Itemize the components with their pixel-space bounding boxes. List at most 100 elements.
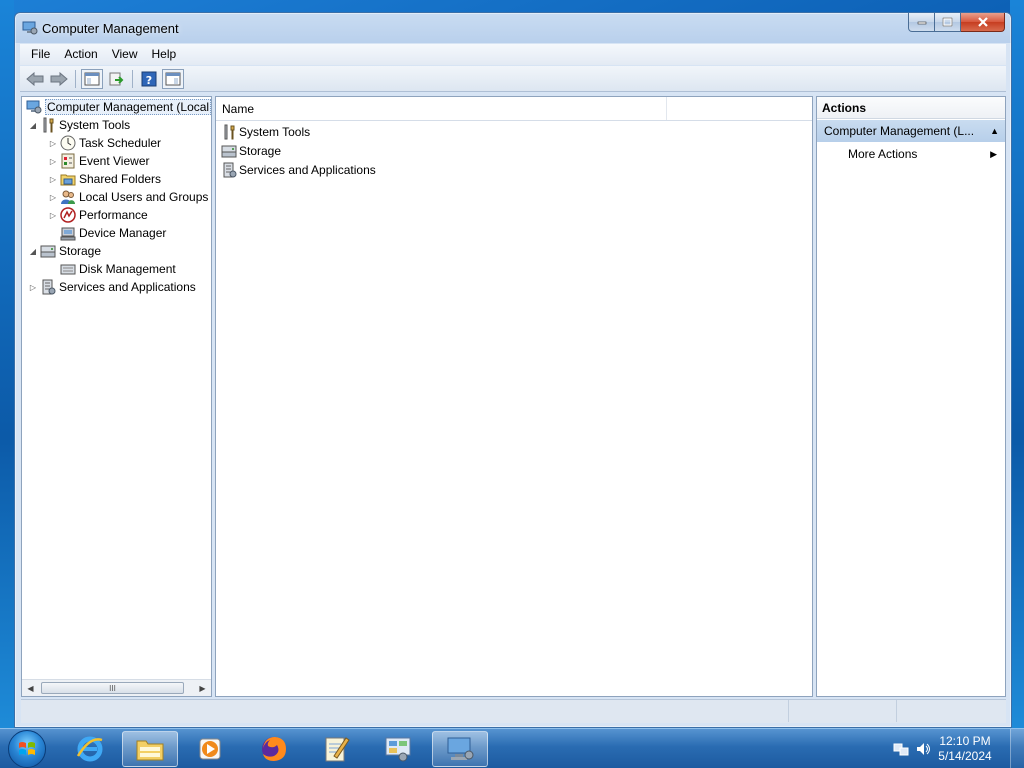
forward-button[interactable] — [48, 69, 70, 89]
network-icon[interactable] — [892, 740, 910, 758]
collapsed-arrow-icon[interactable]: ▷ — [48, 134, 58, 152]
tree-item-root[interactable]: Computer Management (Local — [24, 98, 211, 116]
close-button[interactable] — [961, 13, 1005, 32]
export-list-button[interactable] — [105, 69, 127, 89]
notepad-icon — [325, 737, 350, 762]
taskbar-internet-explorer[interactable] — [62, 731, 118, 767]
tree-item-event-viewer[interactable]: ▷ Event Viewer — [48, 152, 149, 170]
tree-item-device-manager[interactable]: Device Manager — [58, 224, 166, 242]
console-tree-pane: Computer Management (Local ◢ System Tool… — [21, 96, 212, 697]
users-icon — [60, 189, 76, 205]
expanded-arrow-icon[interactable]: ◢ — [28, 116, 38, 134]
services-icon — [221, 162, 237, 178]
show-desktop-button[interactable] — [1010, 729, 1024, 768]
control-panel-icon — [385, 737, 411, 762]
show-hide-console-tree-icon — [84, 72, 100, 85]
scroll-left-arrow-icon[interactable]: ◀ — [22, 680, 39, 696]
tree-item-label: Shared Folders — [79, 172, 162, 186]
collapsed-arrow-icon[interactable]: ▷ — [48, 170, 58, 188]
storage-icon — [221, 143, 237, 159]
list-item-label: Services and Applications — [239, 163, 376, 177]
show-hide-console-tree-button[interactable] — [81, 68, 103, 89]
tree-item-label: Local Users and Groups — [79, 190, 209, 204]
menu-action[interactable]: Action — [57, 44, 104, 65]
minimize-icon — [917, 21, 926, 25]
taskbar-file-explorer[interactable] — [122, 731, 178, 767]
tree-item-label: Task Scheduler — [79, 136, 162, 150]
collapsed-arrow-icon[interactable]: ▷ — [48, 206, 58, 224]
collapsed-arrow-icon[interactable]: ▷ — [48, 152, 58, 170]
console-tree: Computer Management (Local ◢ System Tool… — [22, 97, 211, 679]
scrollbar-thumb[interactable]: III — [41, 682, 184, 694]
tree-item-system-tools[interactable]: ◢ System Tools — [28, 116, 130, 134]
ie-icon — [76, 736, 103, 762]
performance-icon — [60, 207, 76, 223]
minimize-button[interactable] — [908, 13, 935, 32]
tree-item-label: Services and Applications — [59, 280, 196, 294]
menu-file[interactable]: File — [24, 44, 57, 65]
tools-icon — [40, 117, 56, 133]
submenu-arrow-icon: ▶ — [990, 149, 997, 159]
collapsed-arrow-icon[interactable]: ▷ — [28, 278, 38, 296]
tree-item-label: Disk Management — [79, 262, 176, 276]
computer-management-icon — [22, 21, 38, 35]
tree-item-storage[interactable]: ◢ Storage — [28, 242, 101, 260]
show-hide-action-pane-button[interactable] — [162, 68, 184, 89]
tree-item-label: Storage — [59, 244, 102, 258]
taskbar-control-panel[interactable] — [370, 731, 426, 767]
list-item[interactable]: Services and Applications — [221, 161, 376, 179]
menu-view[interactable]: View — [105, 44, 145, 65]
clock-icon — [60, 135, 76, 151]
column-header-name[interactable]: Name — [216, 97, 667, 120]
taskbar-computer-management[interactable] — [432, 731, 488, 767]
tree-item-label: System Tools — [59, 118, 131, 132]
back-button[interactable] — [24, 69, 46, 89]
tree-horizontal-scrollbar[interactable]: ◀ III ▶ — [22, 679, 211, 696]
tree-item-disk-management[interactable]: Disk Management — [58, 260, 176, 278]
shared-folder-icon — [60, 171, 76, 187]
firefox-icon — [262, 737, 286, 761]
services-icon — [40, 279, 56, 295]
toolbar: ? — [20, 66, 1006, 92]
forward-arrow-icon — [50, 71, 68, 86]
computer-management-icon — [26, 99, 42, 115]
disk-icon — [60, 261, 76, 277]
taskbar-firefox[interactable] — [246, 731, 302, 767]
tree-item-label: Event Viewer — [79, 154, 150, 168]
collapse-arrow-icon[interactable]: ▲ — [990, 120, 999, 142]
close-icon — [977, 17, 988, 27]
menu-help[interactable]: Help — [145, 44, 184, 65]
tree-item-local-users-and-groups[interactable]: ▷ Local Users and Groups — [48, 188, 208, 206]
tree-item-services-and-applications[interactable]: ▷ Services and Applications — [28, 278, 196, 296]
help-button[interactable]: ? — [138, 69, 160, 89]
collapsed-arrow-icon[interactable]: ▷ — [48, 188, 58, 206]
maximize-button[interactable] — [935, 13, 961, 32]
svg-text:?: ? — [146, 74, 152, 87]
event-viewer-icon — [60, 153, 76, 169]
more-actions-item[interactable]: More Actions ▶ — [817, 144, 1005, 164]
desktop-background-right — [1010, 0, 1024, 728]
taskbar-notepad[interactable] — [308, 731, 364, 767]
actions-section-computer-management[interactable]: Computer Management (L... ▲ — [817, 120, 1005, 142]
scroll-right-arrow-icon[interactable]: ▶ — [194, 680, 211, 696]
tree-item-task-scheduler[interactable]: ▷ Task Scheduler — [48, 134, 161, 152]
start-button[interactable] — [8, 730, 46, 768]
taskbar: 12:10 PM 5/14/2024 — [0, 728, 1024, 768]
system-tray: 12:10 PM 5/14/2024 — [884, 729, 1024, 768]
list-item[interactable]: System Tools — [221, 123, 310, 141]
file-explorer-icon — [136, 740, 164, 761]
toolbar-separator — [132, 69, 133, 88]
list-item[interactable]: Storage — [221, 142, 281, 160]
tools-icon — [221, 124, 237, 140]
column-header-empty[interactable] — [667, 97, 812, 120]
help-icon: ? — [141, 71, 157, 87]
expanded-arrow-icon[interactable]: ◢ — [28, 242, 38, 260]
title-bar[interactable]: Computer Management — [15, 13, 1011, 43]
tree-item-label: Computer Management (Local — [45, 99, 211, 115]
tree-item-performance[interactable]: ▷ Performance — [48, 206, 148, 224]
taskbar-media-player[interactable] — [182, 731, 238, 767]
clock[interactable]: 12:10 PM 5/14/2024 — [930, 734, 1000, 764]
storage-icon — [40, 243, 56, 259]
show-hide-action-pane-icon — [165, 72, 181, 85]
tree-item-shared-folders[interactable]: ▷ Shared Folders — [48, 170, 161, 188]
